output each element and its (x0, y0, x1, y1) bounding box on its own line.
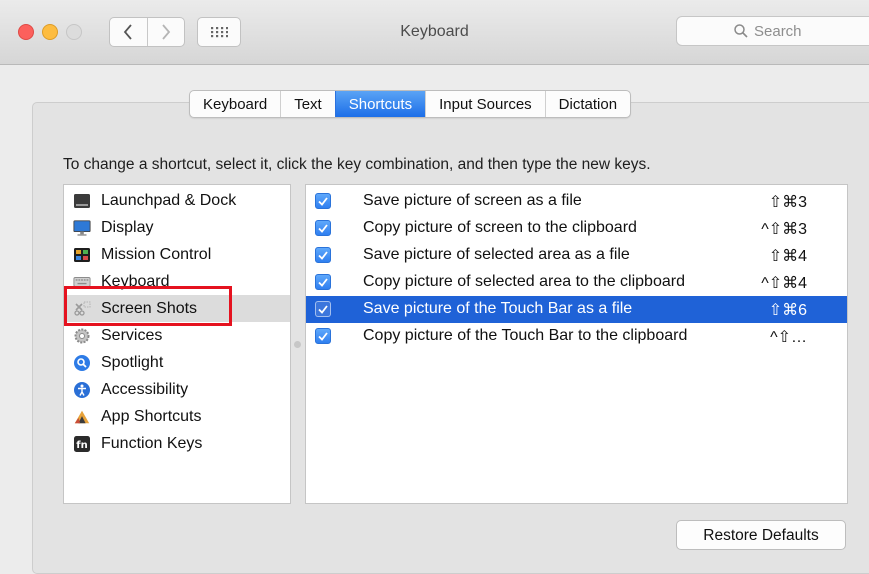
shortcuts-list: Save picture of screen as a file ⇧⌘3 Cop… (305, 184, 848, 504)
category-label: App Shortcuts (101, 407, 202, 425)
category-label: Spotlight (101, 353, 164, 371)
category-mission-control[interactable]: Mission Control (64, 241, 290, 268)
category-accessibility[interactable]: Accessibility (64, 376, 290, 403)
split-divider-handle[interactable] (294, 341, 301, 348)
shortcut-label: Copy picture of the Touch Bar to the cli… (363, 327, 688, 344)
launchpad-dock-icon (73, 192, 91, 210)
checkmark-icon (318, 331, 328, 341)
shortcut-row-selected[interactable]: Save picture of the Touch Bar as a file … (306, 296, 847, 323)
category-label: Accessibility (101, 380, 189, 398)
category-label: Function Keys (101, 434, 203, 452)
shortcut-checkbox[interactable] (315, 274, 331, 290)
shortcut-checkbox[interactable] (315, 328, 331, 344)
category-launchpad-dock[interactable]: Launchpad & Dock (64, 187, 290, 214)
shortcut-key[interactable]: ⇧⌘4 (769, 246, 807, 266)
restore-defaults-button[interactable]: Restore Defaults (676, 520, 846, 550)
shortcut-key[interactable]: ^⇧⌘3 (761, 219, 807, 239)
search-placeholder: Search (754, 22, 802, 40)
shortcut-row[interactable]: Copy picture of screen to the clipboard … (306, 215, 847, 242)
shortcut-row[interactable]: Save picture of selected area as a file … (306, 242, 847, 269)
category-app-shortcuts[interactable]: App Shortcuts (64, 403, 290, 430)
title-bar: Keyboard Search (0, 0, 869, 65)
category-list: Launchpad & Dock Display Mission Control… (63, 184, 291, 504)
mission-control-icon (73, 246, 91, 264)
shortcut-row[interactable]: Save picture of screen as a file ⇧⌘3 (306, 188, 847, 215)
shortcut-checkbox[interactable] (315, 193, 331, 209)
tab-dictation[interactable]: Dictation (544, 91, 630, 117)
category-services[interactable]: Services (64, 322, 290, 349)
display-icon (73, 219, 91, 237)
category-label: Services (101, 326, 163, 344)
category-function-keys[interactable]: fn Function Keys (64, 430, 290, 457)
search-icon (734, 24, 748, 38)
category-label: Launchpad & Dock (101, 191, 237, 209)
shortcut-label: Copy picture of selected area to the cli… (363, 273, 685, 290)
shortcut-row[interactable]: Copy picture of the Touch Bar to the cli… (306, 323, 847, 350)
shortcut-label: Copy picture of screen to the clipboard (363, 219, 637, 236)
shortcut-key[interactable]: ^⇧… (770, 327, 807, 347)
shortcut-checkbox[interactable] (315, 247, 331, 263)
shortcut-label: Save picture of the Touch Bar as a file (363, 300, 633, 317)
shortcut-key[interactable]: ^⇧⌘4 (761, 273, 807, 293)
category-display[interactable]: Display (64, 214, 290, 241)
app-shortcuts-icon (73, 408, 91, 426)
shortcut-checkbox[interactable] (315, 220, 331, 236)
tab-text[interactable]: Text (280, 91, 335, 117)
shortcut-key[interactable]: ⇧⌘6 (769, 300, 807, 320)
category-label: Display (101, 218, 154, 236)
tab-bar: Keyboard Text Shortcuts Input Sources Di… (189, 90, 632, 118)
shortcut-key[interactable]: ⇧⌘3 (769, 192, 807, 212)
fn-key-icon: fn (73, 435, 91, 453)
spotlight-icon (73, 354, 91, 372)
shortcut-label: Save picture of screen as a file (363, 192, 582, 209)
tab-keyboard[interactable]: Keyboard (190, 91, 280, 117)
accessibility-icon (73, 381, 91, 399)
gear-icon (73, 327, 91, 345)
category-spotlight[interactable]: Spotlight (64, 349, 290, 376)
category-label: Mission Control (101, 245, 212, 263)
checkmark-icon (318, 304, 328, 314)
checkmark-icon (318, 277, 328, 287)
checkmark-icon (318, 223, 328, 233)
instruction-text: To change a shortcut, select it, click t… (63, 156, 651, 173)
annotation-highlight-box (64, 286, 232, 326)
checkmark-icon (318, 196, 328, 206)
svg-text:fn: fn (76, 440, 87, 451)
shortcut-checkbox[interactable] (315, 301, 331, 317)
search-field[interactable]: Search (676, 16, 869, 46)
shortcut-label: Save picture of selected area as a file (363, 246, 630, 263)
shortcut-row[interactable]: Copy picture of selected area to the cli… (306, 269, 847, 296)
tab-input-sources[interactable]: Input Sources (425, 91, 545, 117)
checkmark-icon (318, 250, 328, 260)
tab-shortcuts[interactable]: Shortcuts (334, 91, 426, 117)
